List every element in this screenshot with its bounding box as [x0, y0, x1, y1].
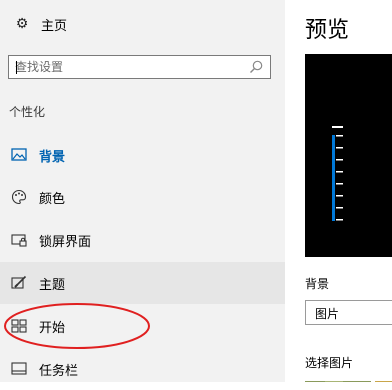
palette-icon [11, 189, 27, 205]
sidebar-item-lock-screen[interactable]: 锁屏界面 [0, 219, 285, 261]
sidebar-item-label: 背景 [39, 149, 66, 165]
taskbar-icon [11, 361, 27, 377]
start-menu-preview-graphic [332, 126, 343, 221]
background-type-dropdown[interactable]: 图片 [305, 300, 392, 325]
start-tiles-icon [11, 318, 27, 334]
content-pane: 预览 背景 图片 选择图片 [285, 0, 392, 382]
background-label: 背景 [305, 277, 330, 291]
search-box[interactable] [8, 55, 271, 79]
sidebar-item-label: 开始 [39, 320, 66, 336]
gear-icon: ⚙ [15, 16, 29, 32]
picture-icon [11, 147, 27, 163]
section-heading: 个性化 [9, 105, 46, 119]
choose-picture-label: 选择图片 [305, 356, 354, 370]
sidebar-item-label: 锁屏界面 [39, 234, 92, 250]
home-label: 主页 [41, 18, 68, 34]
sidebar-item-start[interactable]: 开始 [0, 305, 285, 347]
background-type-value: 图片 [315, 307, 340, 321]
home-nav-item[interactable]: ⚙ 主页 [14, 13, 67, 35]
theme-brush-icon [11, 275, 27, 291]
desktop-preview [305, 54, 392, 257]
lock-screen-icon [11, 232, 27, 248]
sidebar-item-label: 主题 [39, 277, 66, 293]
search-input[interactable] [9, 56, 250, 78]
settings-sidebar: ⚙ 主页 个性化 背景 颜色 [0, 0, 285, 382]
sidebar-item-taskbar[interactable]: 任务栏 [0, 348, 285, 390]
page-title: 预览 [305, 18, 350, 43]
picture-thumbnails[interactable] [305, 374, 392, 382]
search-icon[interactable] [248, 59, 264, 75]
text-caret [16, 61, 17, 74]
sidebar-item-themes[interactable]: 主题 [0, 262, 285, 304]
sidebar-item-label: 颜色 [39, 191, 66, 207]
sidebar-item-background[interactable]: 背景 [0, 134, 285, 176]
sidebar-item-label: 任务栏 [39, 363, 79, 379]
sidebar-item-colors[interactable]: 颜色 [0, 176, 285, 218]
